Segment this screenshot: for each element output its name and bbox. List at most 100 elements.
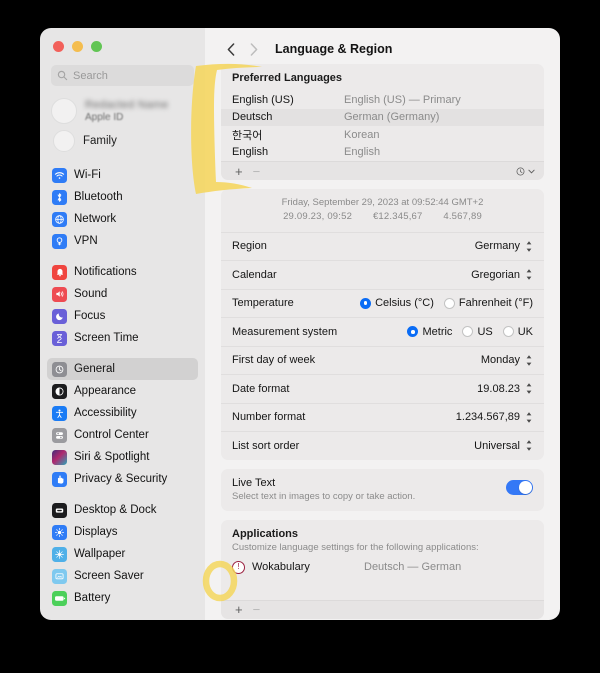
sidebar-item-lock-screen[interactable]: Lock Screen bbox=[47, 618, 198, 620]
screen-time-icon bbox=[52, 330, 67, 346]
chevron-down-icon bbox=[528, 169, 535, 173]
sidebar-item-battery[interactable]: Battery bbox=[47, 587, 198, 609]
list-item[interactable]: ! Wokabulary Deutsch — German bbox=[221, 555, 544, 580]
sort-order-row[interactable]: List sort order Universal bbox=[221, 431, 544, 460]
sort-order-value: Universal bbox=[474, 439, 520, 452]
account-subtitle: Apple ID bbox=[85, 111, 124, 123]
bluetooth-icon bbox=[52, 189, 67, 205]
applications-subtitle: Customize language settings for the foll… bbox=[232, 541, 479, 553]
privacy-icon bbox=[52, 471, 67, 487]
search-placeholder: Search bbox=[73, 69, 108, 82]
sidebar-item-appearance[interactable]: Appearance bbox=[47, 380, 198, 402]
date-format-popup[interactable]: 19.08.23 bbox=[477, 382, 533, 396]
sidebar-item-accessibility[interactable]: Accessibility bbox=[47, 402, 198, 424]
table-row[interactable]: Deutsch German (Germany) bbox=[221, 108, 544, 126]
sidebar-item-sound[interactable]: Sound bbox=[47, 283, 198, 305]
sidebar-item-general[interactable]: General bbox=[47, 358, 198, 380]
sidebar-nav: Wi-Fi Bluetooth Network VPN Notification… bbox=[40, 164, 205, 620]
remove-language-button[interactable]: − bbox=[248, 164, 266, 179]
language-name: 한국어 bbox=[232, 129, 263, 142]
zoom-button[interactable] bbox=[91, 41, 102, 52]
siri-icon bbox=[52, 449, 67, 465]
back-button[interactable] bbox=[221, 39, 241, 59]
first-day-label: First day of week bbox=[232, 354, 316, 367]
sidebar-item-screen-time[interactable]: Screen Time bbox=[47, 327, 198, 349]
calendar-row[interactable]: Calendar Gregorian bbox=[221, 260, 544, 289]
forward-button[interactable] bbox=[244, 39, 264, 59]
family-row[interactable]: Family bbox=[51, 126, 194, 156]
sidebar-item-label: Desktop & Dock bbox=[74, 504, 157, 516]
date-format-row[interactable]: Date format 19.08.23 bbox=[221, 374, 544, 403]
sidebar-item-control-center[interactable]: Control Center bbox=[47, 424, 198, 446]
radio-indicator bbox=[502, 326, 514, 338]
sidebar-item-bluetooth[interactable]: Bluetooth bbox=[47, 186, 198, 208]
region-row[interactable]: Region Germany bbox=[221, 231, 544, 261]
first-day-popup[interactable]: Monday bbox=[481, 353, 533, 367]
sidebar-item-vpn[interactable]: VPN bbox=[47, 230, 198, 252]
language-name: English (US) bbox=[232, 93, 294, 106]
table-row[interactable]: English (US) English (US) — Primary bbox=[221, 91, 544, 109]
region-popup[interactable]: Germany bbox=[475, 239, 533, 253]
sort-order-popup[interactable]: Universal bbox=[474, 439, 533, 453]
general-icon bbox=[52, 361, 67, 377]
traffic-lights bbox=[40, 28, 205, 52]
account-name: Redacted Name bbox=[85, 98, 169, 111]
preview-long-date: Friday, September 29, 2023 at 09:52:44 G… bbox=[281, 197, 484, 208]
first-day-row[interactable]: First day of week Monday bbox=[221, 345, 544, 375]
sidebar-item-label: Accessibility bbox=[74, 407, 137, 419]
system-settings-window: Search Redacted Name Apple ID Family Wi-… bbox=[40, 28, 560, 620]
add-language-button[interactable]: + bbox=[230, 164, 248, 179]
wallpaper-icon bbox=[52, 546, 67, 562]
preferred-languages-title: Preferred Languages bbox=[232, 72, 343, 84]
sidebar-item-label: Screen Saver bbox=[74, 570, 144, 582]
stepper-icon bbox=[524, 382, 533, 396]
sidebar-item-label: Sound bbox=[74, 288, 108, 300]
sidebar-group-desktop: Desktop & Dock Displays Wallpaper Screen… bbox=[47, 499, 198, 609]
region-value: Germany bbox=[474, 240, 520, 253]
radio-us[interactable]: US bbox=[462, 325, 493, 338]
sidebar-item-network[interactable]: Network bbox=[47, 208, 198, 230]
applications-header: Applications Customize language settings… bbox=[221, 520, 544, 555]
add-application-button[interactable]: + bbox=[230, 602, 248, 617]
remove-application-button[interactable]: − bbox=[248, 602, 266, 617]
radio-indicator bbox=[443, 297, 455, 309]
radio-label: UK bbox=[517, 325, 533, 338]
number-format-label: Number format bbox=[232, 411, 306, 424]
apple-id-row[interactable]: Redacted Name Apple ID bbox=[51, 96, 194, 126]
radio-fahrenheit[interactable]: Fahrenheit (°F) bbox=[443, 297, 533, 309]
sidebar-item-focus[interactable]: Focus bbox=[47, 305, 198, 327]
search-input[interactable]: Search bbox=[51, 65, 194, 86]
temperature-row: Temperature Celsius (°C) Fahrenheit (°F) bbox=[221, 288, 544, 318]
sidebar-group-general: General Appearance Accessibility Control… bbox=[47, 358, 198, 490]
sidebar-item-label: Screen Time bbox=[74, 332, 139, 344]
sidebar-item-screen-saver[interactable]: Screen Saver bbox=[47, 565, 198, 587]
sidebar-item-label: General bbox=[74, 363, 115, 375]
sidebar-item-wifi[interactable]: Wi-Fi bbox=[47, 164, 198, 186]
sidebar-item-privacy-security[interactable]: Privacy & Security bbox=[47, 468, 198, 490]
sort-order-label: List sort order bbox=[232, 439, 300, 452]
radio-metric[interactable]: Metric bbox=[407, 326, 452, 338]
table-row[interactable]: 한국어 Korean bbox=[221, 126, 544, 144]
calendar-popup[interactable]: Gregorian bbox=[471, 268, 533, 282]
first-day-value: Monday bbox=[480, 354, 520, 367]
radio-uk[interactable]: UK bbox=[502, 325, 533, 338]
minimize-button[interactable] bbox=[72, 41, 83, 52]
language-options-button[interactable] bbox=[515, 166, 535, 177]
number-format-row[interactable]: Number format 1.234.567,89 bbox=[221, 402, 544, 432]
table-row[interactable]: English English bbox=[221, 144, 544, 162]
family-avatar bbox=[53, 130, 75, 152]
radio-celsius[interactable]: Celsius (°C) bbox=[360, 297, 434, 309]
number-format-popup[interactable]: 1.234.567,89 bbox=[456, 410, 533, 424]
sidebar-item-displays[interactable]: Displays bbox=[47, 521, 198, 543]
sidebar-item-wallpaper[interactable]: Wallpaper bbox=[47, 543, 198, 565]
notifications-icon bbox=[52, 264, 67, 280]
preview-currency: €12.345,67 bbox=[372, 210, 423, 222]
sidebar-item-desktop-dock[interactable]: Desktop & Dock bbox=[47, 499, 198, 521]
sidebar-group-system: Notifications Sound Focus Screen Time bbox=[47, 261, 198, 349]
sidebar-item-siri-spotlight[interactable]: Siri & Spotlight bbox=[47, 446, 198, 468]
sidebar-item-notifications[interactable]: Notifications bbox=[47, 261, 198, 283]
radio-label: US bbox=[477, 325, 493, 338]
close-button[interactable] bbox=[53, 41, 64, 52]
wifi-icon bbox=[52, 167, 67, 183]
live-text-toggle[interactable] bbox=[506, 479, 533, 496]
